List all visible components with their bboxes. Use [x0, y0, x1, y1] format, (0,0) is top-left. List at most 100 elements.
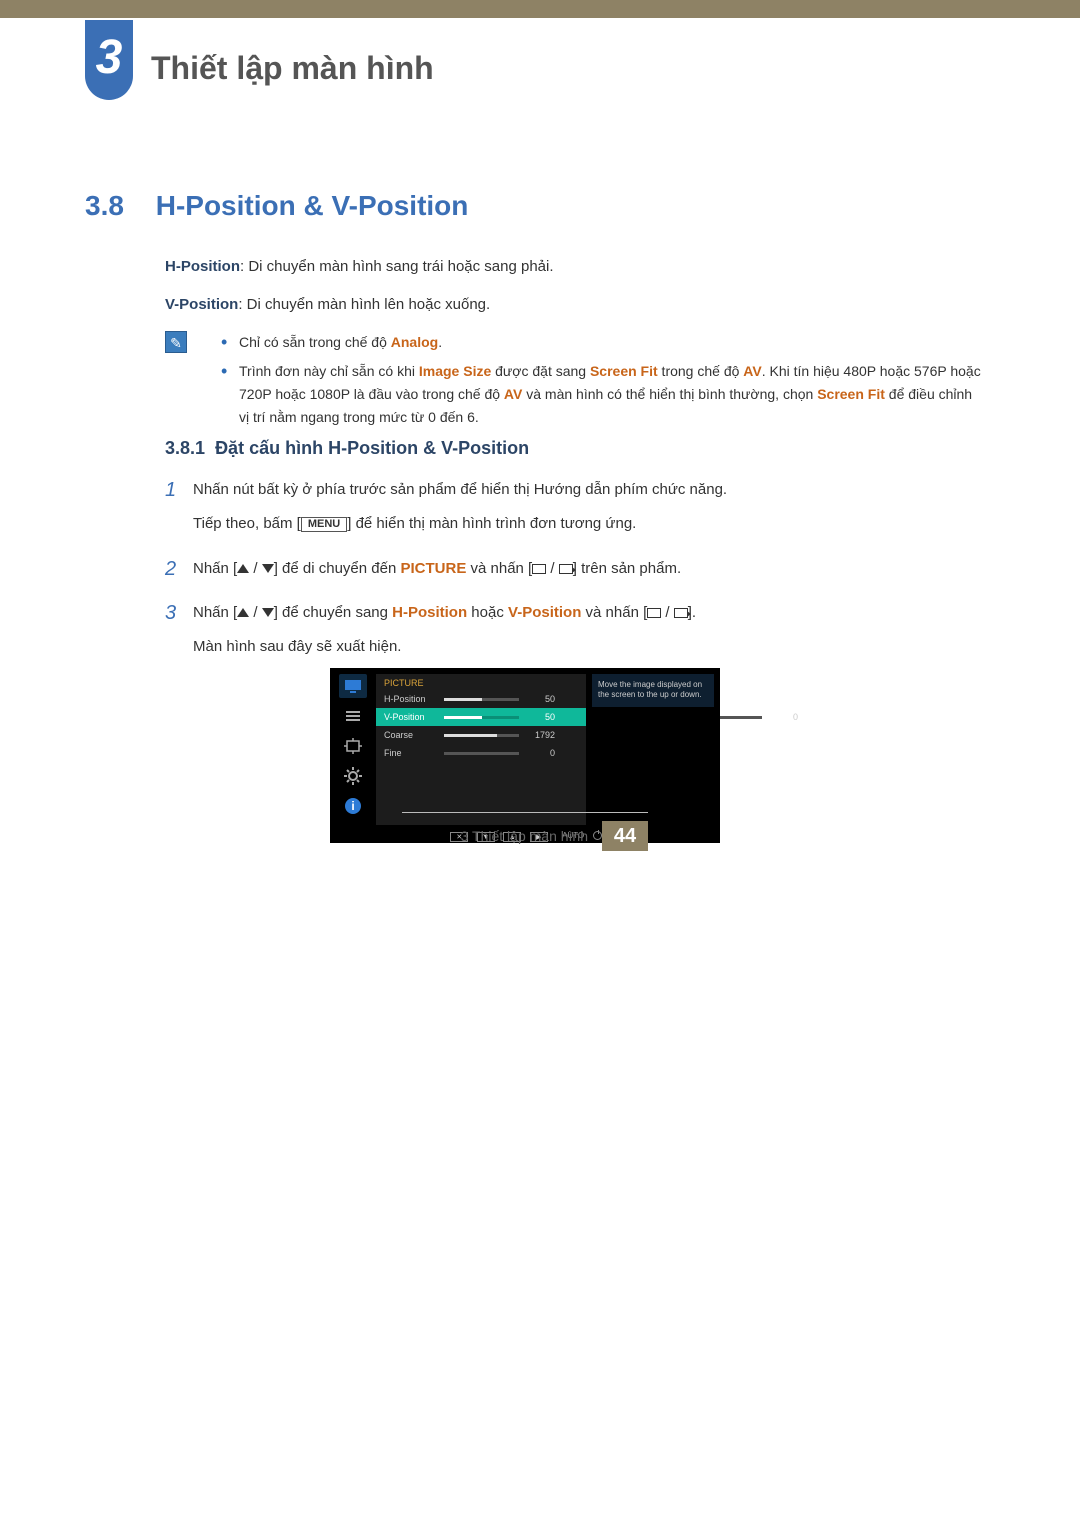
note-icon: ✎: [165, 331, 187, 353]
b2-kw5: Screen Fit: [817, 386, 885, 402]
chapter-number-badge: 3: [85, 20, 133, 100]
b1-post: .: [438, 334, 442, 350]
s2-post: ] trên sản phẩm.: [573, 560, 681, 577]
slider-icon: [444, 752, 519, 755]
s2-m1: ] để di chuyển đến: [274, 560, 401, 577]
slider-icon: [444, 716, 519, 719]
s1b-pre: Tiếp theo, bấm [: [193, 515, 301, 532]
box-icon-2: [647, 608, 661, 618]
vposition-text: : Di chuyển màn hình lên hoặc xuống.: [238, 296, 490, 313]
osd-panel-vposition: i PICTURE H-Position 50 V-Position 50 Co…: [330, 668, 720, 843]
osd-row-coarse-2: Coarse 1792: [376, 726, 586, 744]
s3-m3: và nhấn [: [581, 604, 647, 621]
b2-kw4: AV: [504, 386, 522, 402]
up-triangle-icon-2: [237, 608, 249, 617]
step3-line1: Nhấn [ / ] để chuyển sang H-Position hoặ…: [193, 600, 985, 626]
step-number-1: 1: [165, 477, 193, 546]
osd-label-hpos-2: H-Position: [384, 694, 444, 704]
osd-value-fine: 0: [768, 712, 798, 722]
box-arrow-icon: [559, 564, 573, 574]
osd-label-fine-2: Fine: [384, 748, 444, 758]
b2-m2: trong chế độ: [658, 363, 744, 379]
osd-value-vpos-2: 50: [525, 712, 555, 722]
note-bullet-2: Trình đơn này chỉ sẵn có khi Image Size …: [221, 360, 985, 429]
step-number-3: 3: [165, 600, 193, 669]
chapter-title: Thiết lập màn hình: [151, 50, 434, 87]
section-heading: 3.8 H-Position & V-Position: [85, 190, 468, 222]
osd-sidebar-size-icon: [339, 734, 367, 758]
osd-panel-hposition: i PICTURE H-Position 50 V-Position 50 Co…: [330, 668, 720, 843]
osd-sidebar-2: i: [336, 674, 370, 837]
osd-label-coarse-2: Coarse: [384, 730, 444, 740]
svg-text:i: i: [351, 799, 354, 813]
subsection: 3.8.1 Đặt cấu hình H-Position & V-Positi…: [165, 438, 985, 678]
osd-sidebar-info-icon: i: [339, 794, 367, 818]
s2-kw: PICTURE: [400, 560, 466, 577]
step-number-2: 2: [165, 556, 193, 590]
down-triangle-icon: [262, 564, 274, 573]
chapter-header: 3 Thiết lập màn hình: [85, 20, 434, 100]
osd-row-vposition-2: V-Position 50: [376, 708, 586, 726]
b2-kw2: Screen Fit: [590, 363, 658, 379]
osd-value-fine-2: 0: [525, 748, 555, 758]
osd-main-panel-2: PICTURE H-Position 50 V-Position 50 Coar…: [376, 674, 586, 825]
osd-sidebar-list-icon: [339, 704, 367, 728]
step1-line2: Tiếp theo, bấm [MENU] để hiển thị màn hì…: [193, 511, 985, 537]
s3-m1: ] để chuyển sang: [274, 604, 392, 621]
section-number: 3.8: [85, 190, 124, 221]
down-triangle-icon-2: [262, 608, 274, 617]
s3-pre: Nhấn [: [193, 604, 237, 621]
osd-row-fine-2: Fine 0: [376, 744, 586, 762]
b1-kw: Analog: [391, 334, 438, 350]
menu-key-icon: MENU: [301, 517, 347, 532]
b1-pre: Chỉ có sẵn trong chế độ: [239, 334, 391, 350]
osd-panels: i PICTURE H-Position 50 V-Position 50 Co…: [330, 668, 720, 873]
s1b-post: ] để hiển thị màn hình trình đơn tương ứ…: [347, 515, 636, 532]
note-bullets: Chỉ có sẵn trong chế độ Analog. Trình đơ…: [221, 331, 985, 435]
vposition-desc: V-Position: Di chuyển màn hình lên hoặc …: [165, 293, 985, 317]
step-3: 3 Nhấn [ / ] để chuyển sang H-Position h…: [165, 600, 985, 669]
footer-chapter-text: 3 Thiết lập màn hình: [461, 828, 588, 844]
footer-rule: [402, 812, 648, 813]
hposition-desc: H-Position: Di chuyển màn hình sang trái…: [165, 255, 985, 279]
page-footer: 3 Thiết lập màn hình 44: [461, 821, 648, 851]
osd-value-hpos-2: 50: [525, 694, 555, 704]
note-block: ✎ Chỉ có sẵn trong chế độ Analog. Trình …: [165, 331, 985, 435]
osd-tooltip-2: Move the image displayed on the screen t…: [592, 674, 714, 707]
osd-row-hposition-2: H-Position 50: [376, 690, 586, 708]
osd-sidebar-picture-icon: [339, 674, 367, 698]
b2-kw3: AV: [743, 363, 761, 379]
s3-m2: hoặc: [467, 604, 508, 621]
up-triangle-icon: [237, 564, 249, 573]
b2-m1: được đặt sang: [491, 363, 590, 379]
osd-label-vpos-2: V-Position: [384, 712, 444, 722]
osd-value-coarse-2: 1792: [525, 730, 555, 740]
step-1: 1 Nhấn nút bất kỳ ở phía trước sản phẩm …: [165, 477, 985, 546]
step-2: 2 Nhấn [ / ] để di chuyển đến PICTURE và…: [165, 556, 985, 590]
b2-kw1: Image Size: [419, 363, 491, 379]
note-bullet-1: Chỉ có sẵn trong chế độ Analog.: [221, 331, 985, 354]
box-icon: [532, 564, 546, 574]
subsection-title: Đặt cấu hình H-Position & V-Position: [215, 438, 529, 458]
vposition-label: V-Position: [165, 296, 238, 313]
b2-pre: Trình đơn này chỉ sẵn có khi: [239, 363, 419, 379]
osd-sidebar-gear-icon: [339, 764, 367, 788]
s2-pre: Nhấn [: [193, 560, 237, 577]
slider-icon: [444, 734, 519, 737]
hposition-label: H-Position: [165, 258, 240, 275]
osd-title-2: PICTURE: [376, 674, 586, 690]
s3-kw1: H-Position: [392, 604, 467, 621]
s3-kw2: V-Position: [508, 604, 581, 621]
slider-icon: [444, 698, 519, 701]
section-content: H-Position: Di chuyển màn hình sang trái…: [165, 255, 985, 435]
section-title: H-Position & V-Position: [156, 190, 469, 221]
subsection-number: 3.8.1: [165, 438, 205, 458]
b2-m4: và màn hình có thể hiển thị bình thường,…: [522, 386, 817, 402]
subsection-heading: 3.8.1 Đặt cấu hình H-Position & V-Positi…: [165, 438, 985, 459]
top-accent-bar: [0, 0, 1080, 18]
step2-line: Nhấn [ / ] để di chuyển đến PICTURE và n…: [193, 556, 985, 582]
s2-m2: và nhấn [: [466, 560, 532, 577]
steps-list: 1 Nhấn nút bất kỳ ở phía trước sản phẩm …: [165, 477, 985, 668]
hposition-text: : Di chuyển màn hình sang trái hoặc sang…: [240, 258, 554, 275]
step3-line2: Màn hình sau đây sẽ xuất hiện.: [193, 634, 985, 660]
